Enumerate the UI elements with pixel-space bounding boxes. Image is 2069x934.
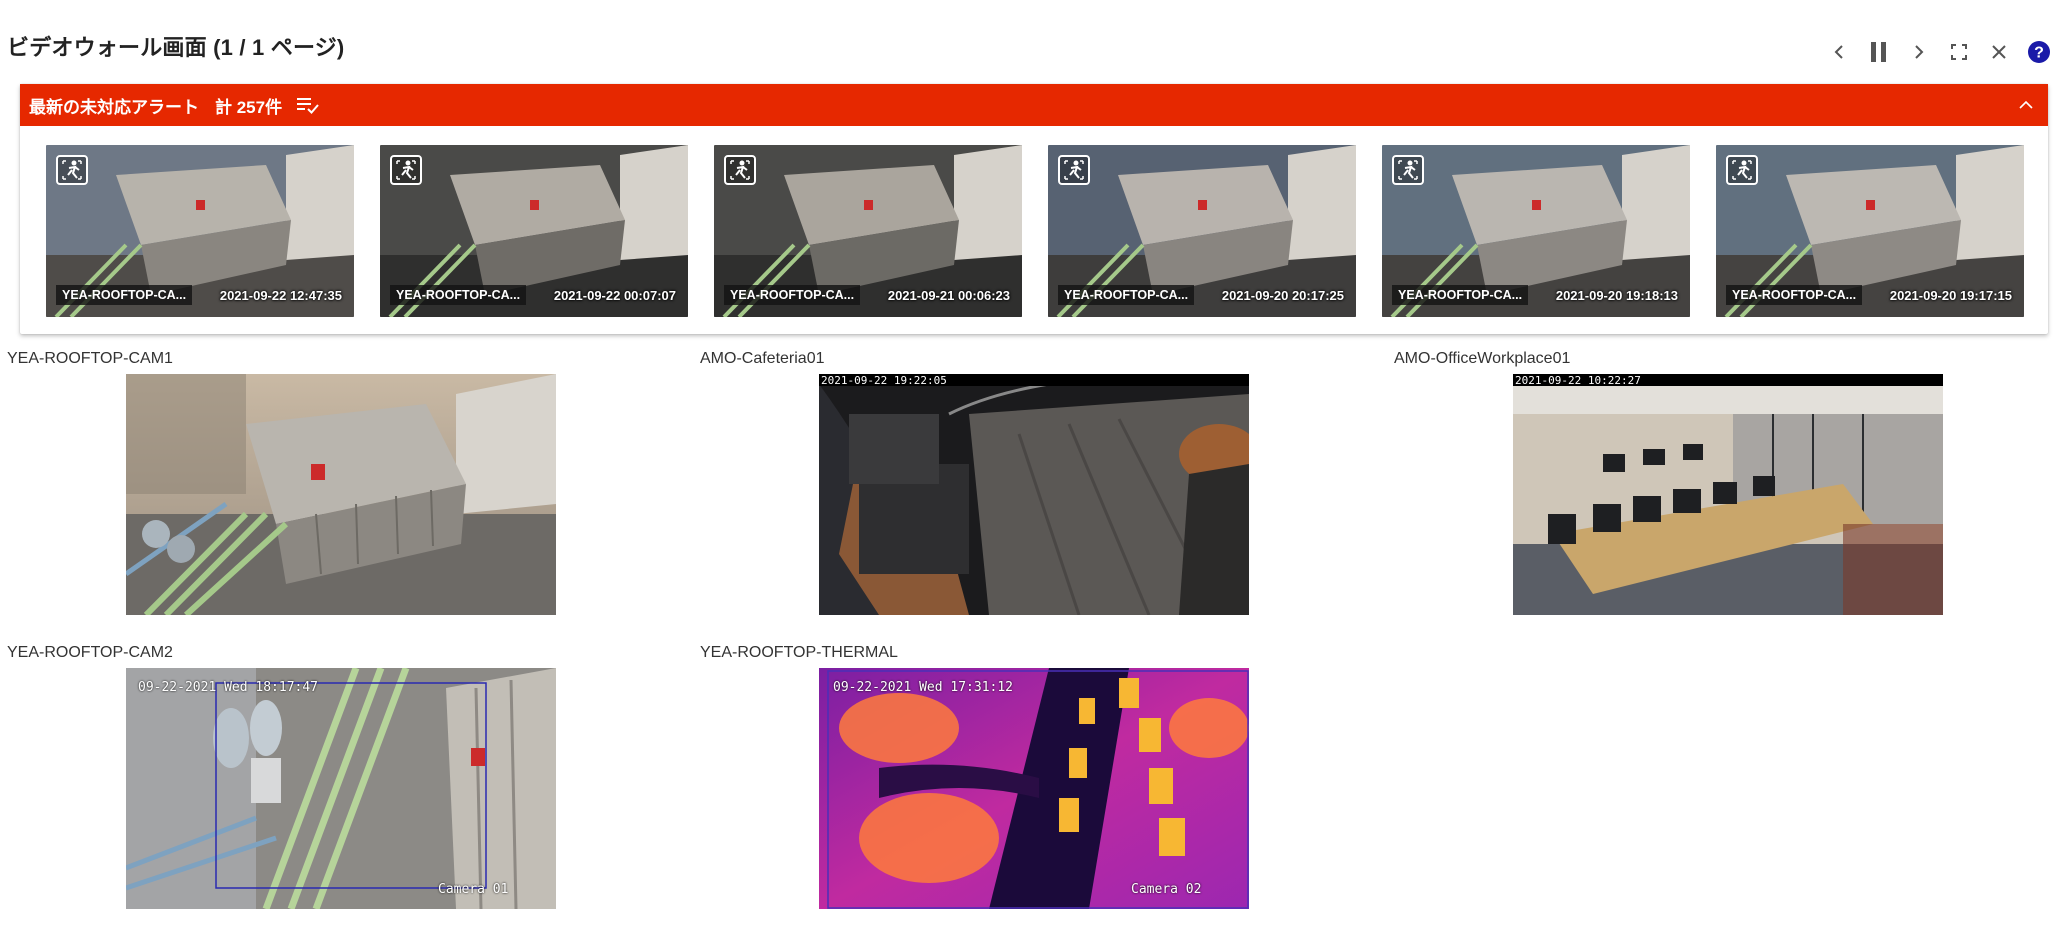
alert-thumbnail[interactable]: YEA-ROOFTOP-CA... 2021-09-21 00:06:23	[714, 145, 1022, 317]
feed-timestamp: 2021-09-22 19:22:05	[821, 374, 947, 387]
feed-camera-id: Camera 01	[438, 882, 509, 897]
alert-thumbnail[interactable]: YEA-ROOFTOP-CA... 2021-09-20 20:17:25	[1048, 145, 1356, 317]
camera-feed-rooftop-cam2[interactable]: 09-22-2021 Wed 18:17:47 Camera 01	[126, 668, 556, 909]
intrusion-alert-icon	[1726, 155, 1758, 185]
chevron-left-icon	[1834, 45, 1843, 59]
feed-timestamp: 2021-09-22 10:22:27	[1515, 374, 1641, 387]
feed-timestamp: 09-22-2021 Wed 18:17:47	[138, 680, 319, 695]
alert-timestamp: 2021-09-22 12:47:35	[219, 288, 342, 303]
alert-thumbnail[interactable]: YEA-ROOFTOP-CA... 2021-09-20 19:17:15	[1716, 145, 2024, 317]
camera-label: AMO-OfficeWorkplace01	[1394, 350, 1571, 367]
camera-label: YEA-ROOFTOP-CAM2	[7, 644, 173, 661]
camera-image	[126, 374, 556, 615]
feed-camera-id: Camera 02	[1131, 882, 1202, 897]
latest-alerts-panel: 最新の未対応アラート 計 257件 YEA-ROOFTOP-CA... 2021-…	[20, 84, 2048, 334]
alert-timestamp: 2021-09-20 19:17:15	[1889, 288, 2012, 303]
intrusion-alert-icon	[724, 155, 756, 185]
previous-page-button[interactable]	[1819, 34, 1859, 70]
next-page-button[interactable]	[1899, 34, 1939, 70]
alert-timestamp: 2021-09-21 00:06:23	[887, 288, 1010, 303]
alerts-title: 最新の未対応アラート	[29, 97, 199, 117]
camera-label: YEA-ROOFTOP-THERMAL	[700, 644, 898, 661]
alerts-header[interactable]: 最新の未対応アラート 計 257件	[20, 84, 2048, 126]
intrusion-alert-icon	[1392, 155, 1424, 185]
close-button[interactable]	[1979, 34, 2019, 70]
chevron-up-icon	[2019, 100, 2033, 109]
svg-text:?: ?	[2034, 45, 2044, 62]
chevron-right-icon	[1915, 45, 1924, 59]
collapse-alerts-button[interactable]	[2014, 93, 2038, 117]
alert-camera-name: YEA-ROOFTOP-CA...	[1392, 285, 1529, 305]
alert-camera-name: YEA-ROOFTOP-CA...	[56, 285, 193, 305]
alert-camera-name: YEA-ROOFTOP-CA...	[390, 285, 527, 305]
pause-icon	[1871, 42, 1886, 62]
camera-feed-rooftop-thermal[interactable]: 09-22-2021 Wed 17:31:12 Camera 02	[819, 668, 1249, 909]
camera-feed-cafeteria01[interactable]: 2021-09-22 19:22:05	[819, 374, 1249, 615]
alert-timestamp: 2021-09-22 00:07:07	[553, 288, 676, 303]
video-wall-toolbar: ?	[1819, 34, 2059, 70]
alert-list-check-icon[interactable]	[296, 96, 320, 114]
alert-camera-name: YEA-ROOFTOP-CA...	[1726, 285, 1863, 305]
help-icon: ?	[2028, 41, 2050, 63]
alert-camera-name: YEA-ROOFTOP-CA...	[1058, 285, 1195, 305]
intrusion-alert-icon	[1058, 155, 1090, 185]
camera-image	[819, 668, 1249, 909]
alert-thumbnail[interactable]: YEA-ROOFTOP-CA... 2021-09-22 12:47:35	[46, 145, 354, 317]
camera-image	[819, 374, 1249, 615]
camera-feed-rooftop-cam1[interactable]	[126, 374, 556, 615]
feed-timestamp: 09-22-2021 Wed 17:31:12	[833, 680, 1014, 695]
alert-thumbnail[interactable]: YEA-ROOFTOP-CA... 2021-09-22 00:07:07	[380, 145, 688, 317]
intrusion-alert-icon	[390, 155, 422, 185]
alert-thumbnails: YEA-ROOFTOP-CA... 2021-09-22 12:47:35 YEA-…	[46, 145, 2024, 317]
page-title: ビデオウォール画面 (1 / 1 ページ)	[7, 35, 345, 60]
fullscreen-button[interactable]	[1939, 34, 1979, 70]
alerts-count: 計 257件	[215, 97, 283, 117]
camera-image	[1513, 374, 1943, 615]
alert-thumbnail[interactable]: YEA-ROOFTOP-CA... 2021-09-20 19:18:13	[1382, 145, 1690, 317]
camera-label: YEA-ROOFTOP-CAM1	[7, 350, 173, 367]
close-icon	[1992, 45, 2006, 59]
camera-image	[126, 668, 556, 909]
alert-timestamp: 2021-09-20 20:17:25	[1221, 288, 1344, 303]
intrusion-alert-icon	[56, 155, 88, 185]
camera-label: AMO-Cafeteria01	[700, 350, 825, 367]
help-button[interactable]: ?	[2019, 34, 2059, 70]
pause-button[interactable]	[1859, 34, 1899, 70]
alert-camera-name: YEA-ROOFTOP-CA...	[724, 285, 861, 305]
camera-feed-officeworkplace01[interactable]: 2021-09-22 10:22:27	[1513, 374, 1943, 615]
fullscreen-icon	[1951, 44, 1967, 60]
alert-timestamp: 2021-09-20 19:18:13	[1555, 288, 1678, 303]
